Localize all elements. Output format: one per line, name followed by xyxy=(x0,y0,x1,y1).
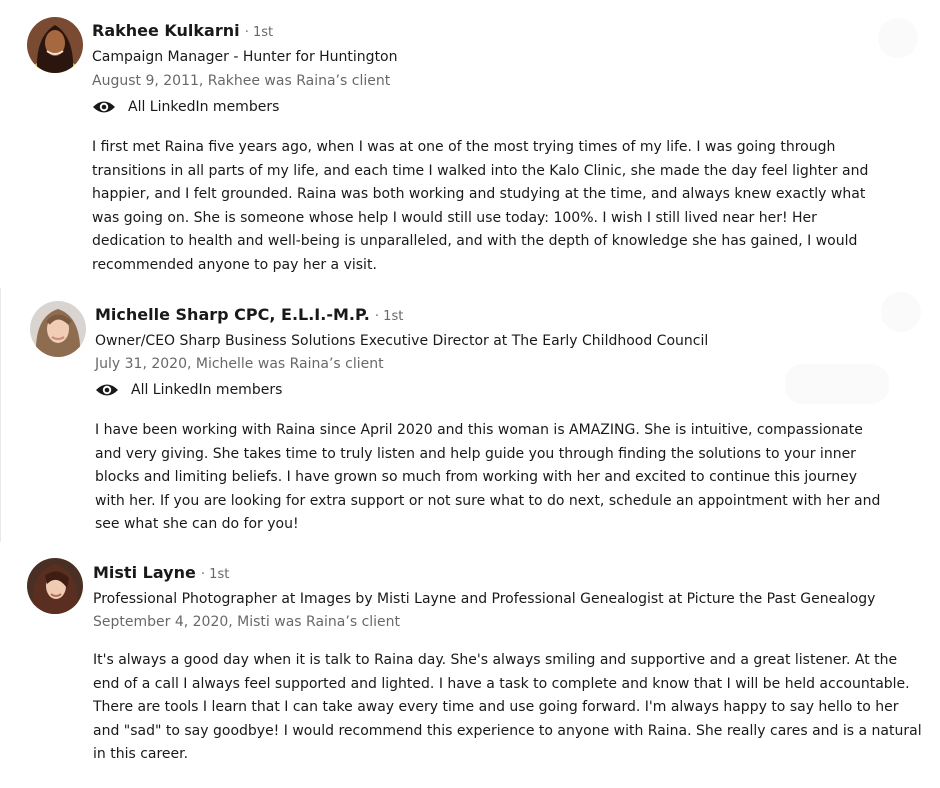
recommender-headline: Campaign Manager - Hunter for Huntington xyxy=(92,49,398,65)
ghost-more-button xyxy=(878,18,918,58)
recommendation-text: I first met Raina five years ago, when I… xyxy=(92,139,869,273)
visibility-label: All LinkedIn members xyxy=(131,382,283,398)
recommendation-date: August 9, 2011, Rakhee was Raina’s clien… xyxy=(92,73,391,89)
recommender-headline: Owner/CEO Sharp Business Solutions Execu… xyxy=(95,333,709,349)
recommender-name[interactable]: Misti Layne xyxy=(93,563,196,582)
connection-degree: · 1st xyxy=(200,567,230,582)
avatar[interactable] xyxy=(27,17,83,73)
recommender-name[interactable]: Michelle Sharp CPC, E.L.I.-M.P. xyxy=(95,305,370,324)
recommendation-card: Rakhee Kulkarni · 1st Campaign Manager -… xyxy=(0,0,940,285)
visibility-setting: All LinkedIn members xyxy=(95,380,282,400)
visibility-label: All LinkedIn members xyxy=(128,99,280,115)
recommendation-date: September 4, 2020, Misti was Raina’s cli… xyxy=(93,614,401,630)
recommender-headline: Professional Photographer at Images by M… xyxy=(93,591,876,607)
recommender-name-row: Misti Layne · 1st xyxy=(93,562,229,586)
avatar[interactable] xyxy=(27,558,83,614)
recommendation-card: Michelle Sharp CPC, E.L.I.-M.P. · 1st Ow… xyxy=(0,288,940,542)
recommender-name-row: Rakhee Kulkarni · 1st xyxy=(92,20,273,44)
eye-icon xyxy=(95,380,119,400)
recommendation-text: I have been working with Raina since Apr… xyxy=(95,422,881,532)
recommendation-card: Misti Layne · 1st Professional Photograp… xyxy=(0,545,940,788)
avatar[interactable] xyxy=(30,301,86,357)
visibility-setting: All LinkedIn members xyxy=(92,97,279,117)
recommender-name[interactable]: Rakhee Kulkarni xyxy=(92,21,240,40)
ghost-more-button xyxy=(881,292,921,332)
recommendation-date: July 31, 2020, Michelle was Raina’s clie… xyxy=(95,356,384,372)
ghost-action-button xyxy=(785,364,889,404)
connection-degree: · 1st xyxy=(244,25,274,40)
eye-icon xyxy=(92,97,116,117)
recommendation-text: It's always a good day when it is talk t… xyxy=(93,652,922,762)
connection-degree: · 1st xyxy=(374,309,404,324)
recommender-name-row: Michelle Sharp CPC, E.L.I.-M.P. · 1st xyxy=(95,304,403,328)
